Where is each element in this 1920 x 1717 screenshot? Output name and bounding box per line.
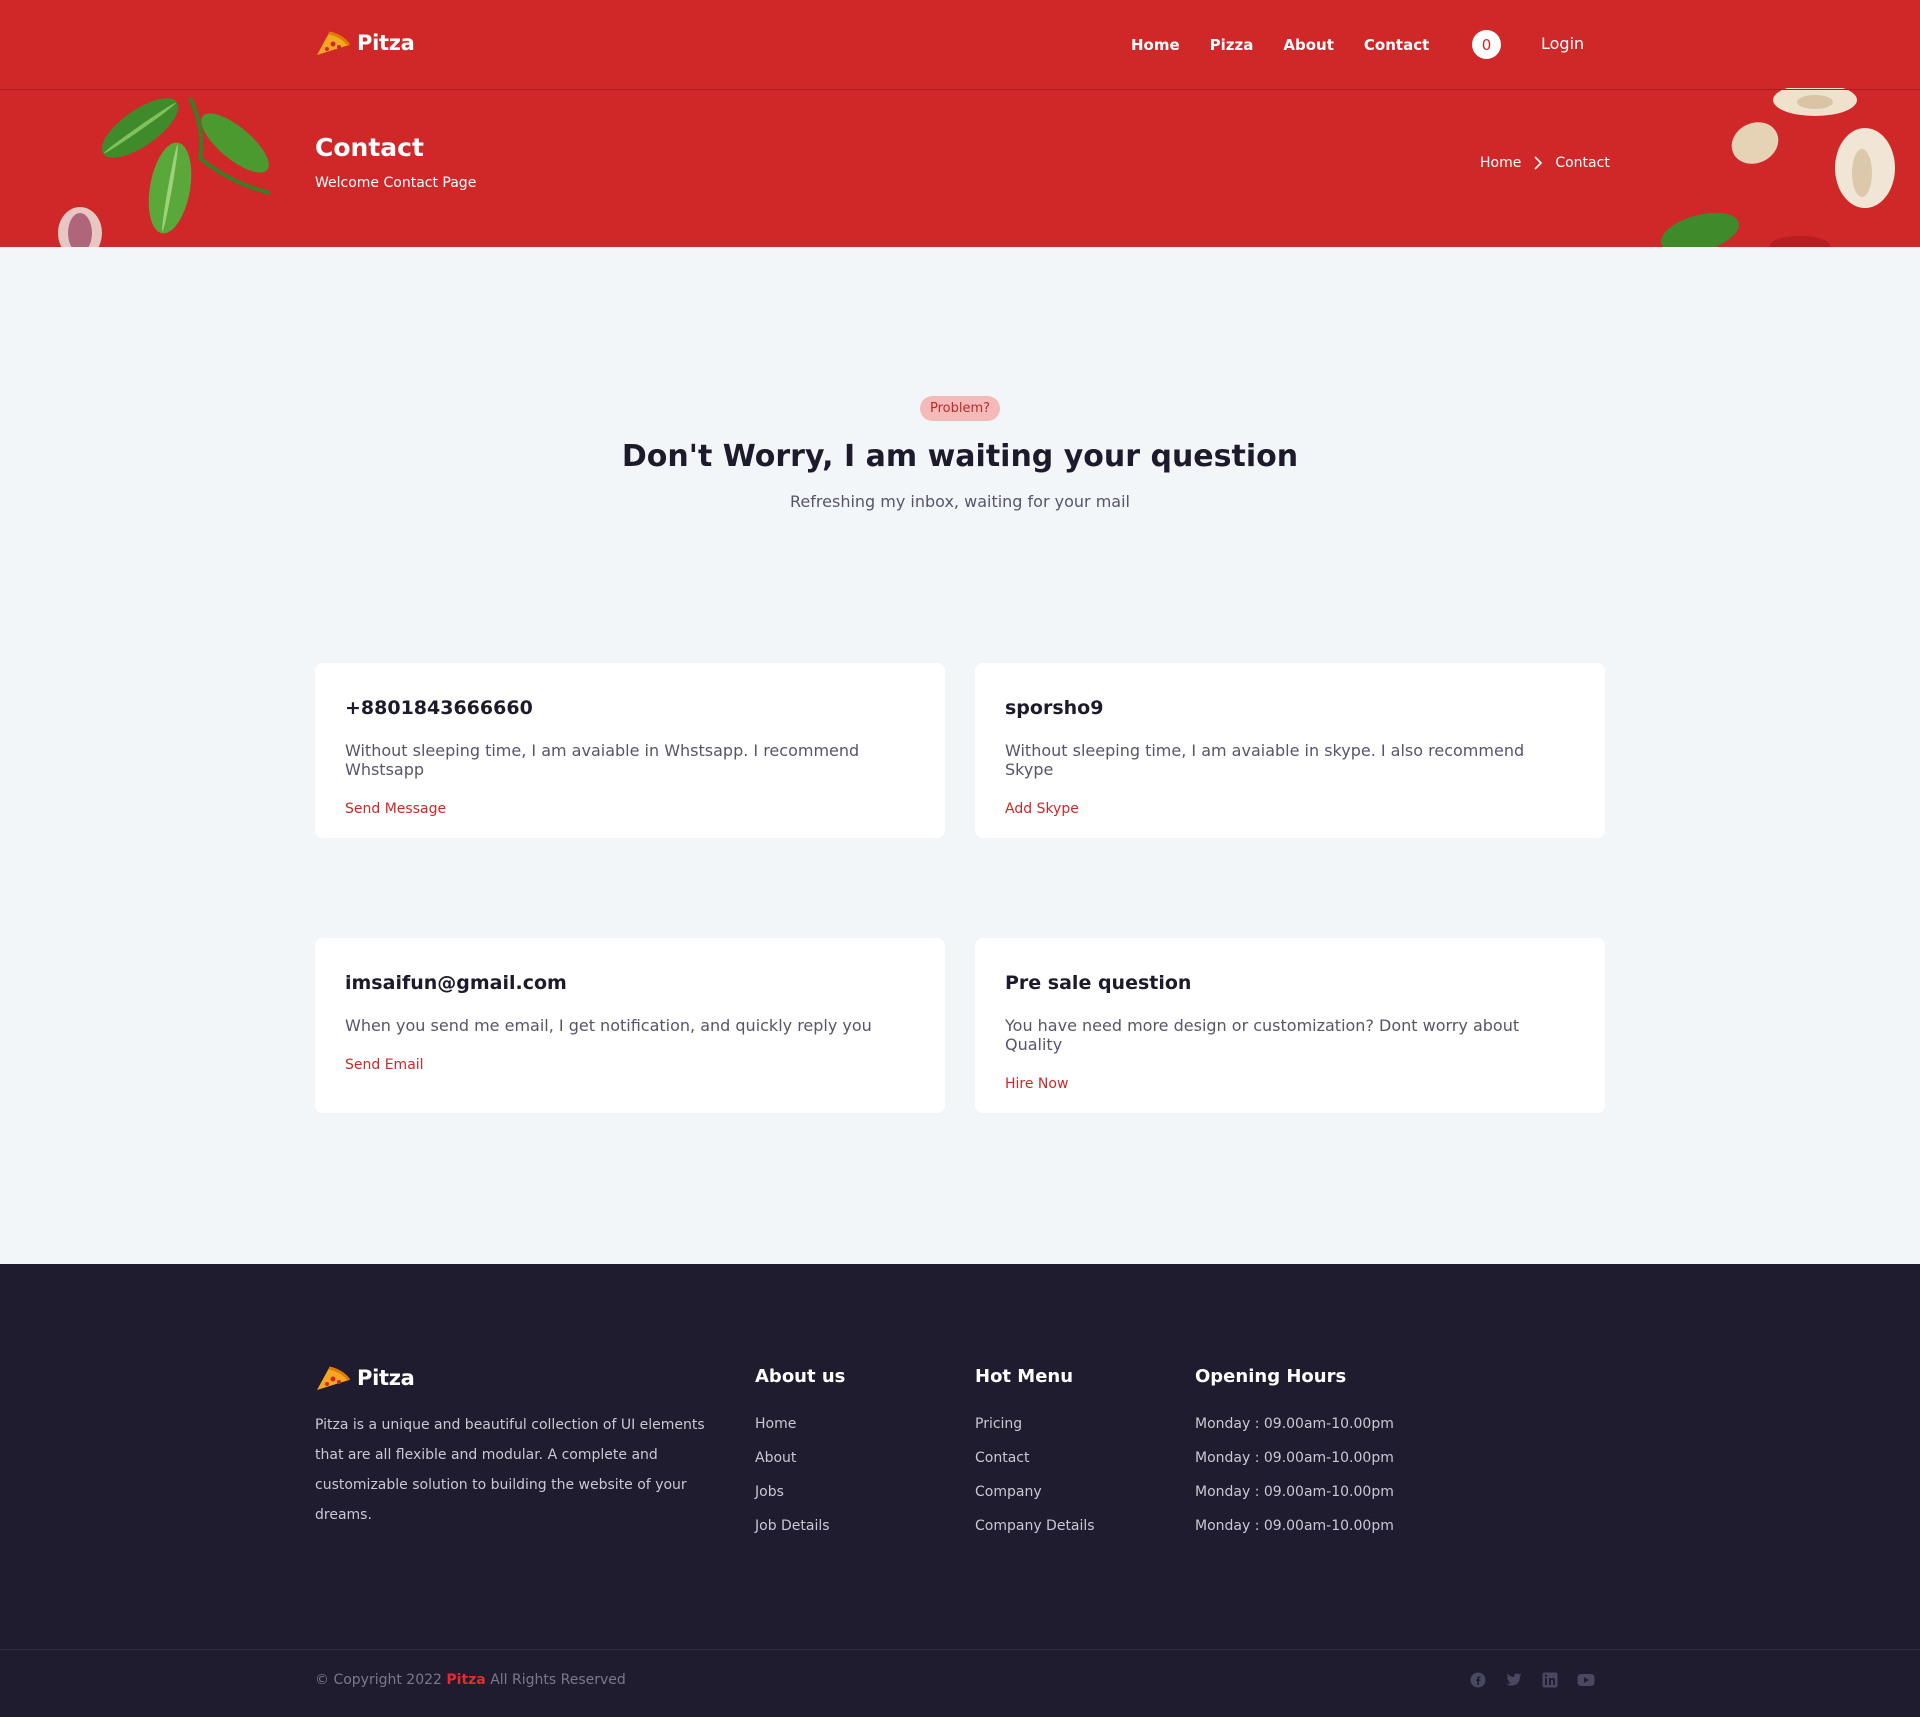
footer-link-job-details[interactable]: Job Details — [755, 1509, 845, 1543]
card-text: When you send me email, I get notificati… — [345, 1016, 872, 1035]
footer-brand-logo[interactable]: Pitza — [315, 1364, 415, 1392]
linkedin-icon[interactable] — [1541, 1671, 1559, 1689]
breadcrumb-home[interactable]: Home — [1480, 155, 1521, 171]
cart-count-badge[interactable]: 0 — [1472, 30, 1501, 59]
footer-col-title: About us — [755, 1366, 846, 1387]
send-email-link[interactable]: Send Email — [345, 1057, 424, 1073]
breadcrumb: Home Contact — [1480, 155, 1610, 171]
add-skype-link[interactable]: Add Skype — [1005, 801, 1079, 817]
footer-col-hot-menu: Hot Menu Pricing Contact Company Company… — [975, 1366, 1095, 1543]
nav-about[interactable]: About — [1283, 36, 1334, 54]
footer-brand-name: Pitza — [357, 1366, 415, 1390]
mushrooms-decoration — [1661, 88, 1895, 247]
opening-hours-row: Monday : 09.00am-10.00pm — [1195, 1416, 1394, 1432]
nav-pizza[interactable]: Pizza — [1210, 36, 1254, 54]
header-banner: Pitza Home Pizza About Contact 0 Login C… — [0, 0, 1920, 247]
opening-hours-row: Monday : 09.00am-10.00pm — [1195, 1518, 1394, 1534]
footer-col-title: Opening Hours — [1195, 1366, 1347, 1387]
copyright-suffix: All Rights Reserved — [490, 1672, 626, 1688]
facebook-icon[interactable] — [1469, 1671, 1487, 1689]
card-text: Without sleeping time, I am avaiable in … — [1005, 741, 1525, 779]
card-text: Without sleeping time, I am avaiable in … — [345, 741, 860, 779]
problem-badge: Problem? — [919, 396, 1001, 421]
footer-col-opening-hours: Opening Hours Monday : 09.00am-10.00pm M… — [1195, 1366, 1394, 1543]
section-heading: Don't Worry, I am waiting your question — [621, 439, 1299, 474]
copyright: © Copyright 2022 Pitza All Rights Reserv… — [315, 1672, 626, 1688]
copyright-prefix: © Copyright 2022 — [315, 1672, 442, 1688]
copyright-brand[interactable]: Pitza — [446, 1672, 485, 1688]
page-title: Contact — [315, 133, 424, 162]
site-footer: Pitza Pitza is a unique and beautiful co… — [0, 1264, 1920, 1717]
footer-link-company-details[interactable]: Company Details — [975, 1509, 1095, 1543]
twitter-icon[interactable] — [1505, 1671, 1523, 1689]
brand-logo[interactable]: Pitza — [315, 29, 415, 57]
send-message-link[interactable]: Send Message — [345, 801, 446, 817]
page-subtitle: Welcome Contact Page — [315, 175, 477, 191]
youtube-icon[interactable] — [1577, 1671, 1595, 1689]
card-title: sporsho9 — [1005, 697, 1104, 719]
social-links — [1469, 1671, 1595, 1689]
contact-card-email: imsaifun@gmail.com When you send me emai… — [315, 938, 945, 1113]
card-text: You have need more design or customizati… — [1005, 1016, 1520, 1054]
pizza-slice-icon — [317, 31, 351, 55]
contact-card-whatsapp: +8801843666660 Without sleeping time, I … — [315, 663, 945, 838]
contact-intro: Problem? Don't Worry, I am waiting your … — [0, 396, 1920, 511]
chevron-right-icon — [1534, 156, 1543, 170]
footer-divider — [0, 1649, 1920, 1650]
opening-hours-row: Monday : 09.00am-10.00pm — [1195, 1484, 1394, 1500]
footer-link-about[interactable]: About — [755, 1441, 845, 1475]
top-navbar: Pitza Home Pizza About Contact 0 Login — [0, 0, 1920, 90]
nav-contact[interactable]: Contact — [1364, 36, 1429, 54]
nav-home[interactable]: Home — [1131, 36, 1180, 54]
footer-col-title: Hot Menu — [975, 1366, 1074, 1387]
footer-link-contact[interactable]: Contact — [975, 1441, 1095, 1475]
login-button[interactable]: Login — [1541, 34, 1584, 53]
contact-card-skype: sporsho9 Without sleeping time, I am ava… — [975, 663, 1605, 838]
footer-link-company[interactable]: Company — [975, 1475, 1095, 1509]
footer-link-jobs[interactable]: Jobs — [755, 1475, 845, 1509]
contact-card-presale: Pre sale question You have need more des… — [975, 938, 1605, 1113]
breadcrumb-current: Contact — [1555, 155, 1610, 171]
card-title: +8801843666660 — [345, 697, 533, 719]
card-title: Pre sale question — [1005, 972, 1192, 994]
opening-hours-row: Monday : 09.00am-10.00pm — [1195, 1450, 1394, 1466]
footer-description: Pitza is a unique and beautiful collecti… — [315, 1417, 705, 1523]
footer-col-about: About us Home About Jobs Job Details — [755, 1366, 845, 1543]
basil-leaves-decoration — [58, 97, 270, 247]
card-title: imsaifun@gmail.com — [345, 972, 567, 994]
pizza-slice-icon — [317, 1366, 351, 1390]
hire-now-link[interactable]: Hire Now — [1005, 1076, 1068, 1092]
footer-link-pricing[interactable]: Pricing — [975, 1407, 1095, 1441]
main-nav: Home Pizza About Contact — [1131, 36, 1429, 54]
brand-name: Pitza — [357, 31, 415, 55]
footer-link-home[interactable]: Home — [755, 1407, 845, 1441]
section-subheading: Refreshing my inbox, waiting for your ma… — [790, 492, 1130, 511]
